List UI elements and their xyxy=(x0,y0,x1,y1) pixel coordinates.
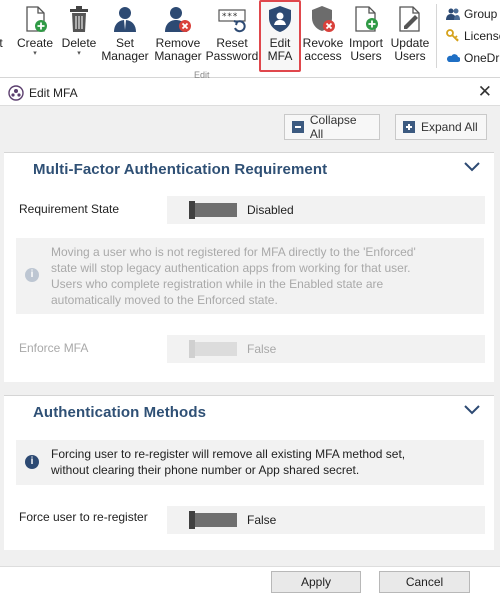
update-users-button[interactable]: Update Users xyxy=(388,0,432,76)
dropdown-arrow-icon: ▾ xyxy=(77,50,81,57)
section-title: Multi-Factor Authentication Requirement xyxy=(33,161,328,178)
authentication-methods-header[interactable]: Authentication Methods xyxy=(4,395,494,427)
group-button[interactable]: Group xyxy=(446,4,497,24)
revoke-access-button[interactable]: Revoke access xyxy=(302,0,344,76)
requirement-state-value: Disabled xyxy=(247,203,294,217)
group-label: Group xyxy=(464,7,498,21)
dropdown-arrow-icon: ▾ xyxy=(33,50,37,57)
reregister-info-text: Forcing user to re-register will remove … xyxy=(51,447,406,477)
expand-icon xyxy=(403,121,415,133)
set-manager-button[interactable]: Set Manager xyxy=(100,0,150,76)
ribbon-partial-button[interactable]: t xyxy=(0,0,6,76)
force-reregister-value: False xyxy=(247,513,277,527)
trash-icon xyxy=(70,6,88,32)
reset-password-label: Reset Password xyxy=(205,36,259,63)
import-users-label: Import Users xyxy=(348,36,383,63)
dialog-toolbar: Collapse All Expand All xyxy=(0,107,500,151)
chevron-down-icon[interactable] xyxy=(462,402,482,418)
edit-mfa-dialog: Edit MFA ✕ Collapse All Expand All Multi… xyxy=(0,80,500,604)
info-icon: i xyxy=(25,268,39,282)
enforce-mfa-label: Enforce MFA xyxy=(19,341,89,355)
force-reregister-label: Force user to re-register xyxy=(19,510,148,524)
enforced-info-text: Moving a user who is not registered for … xyxy=(51,245,416,307)
enforce-mfa-toggle[interactable] xyxy=(189,340,237,358)
revoke-access-icon xyxy=(312,6,335,32)
collapse-icon xyxy=(292,121,304,133)
mfa-requirement-header[interactable]: Multi-Factor Authentication Requirement xyxy=(4,152,494,184)
collapse-all-button[interactable]: Collapse All xyxy=(284,113,380,141)
dialog-titlebar: Edit MFA ✕ xyxy=(0,80,500,106)
expand-all-button[interactable]: Expand All xyxy=(395,114,487,140)
license-button[interactable]: License xyxy=(446,26,500,46)
create-button[interactable]: Create ▾ xyxy=(14,0,56,76)
remove-manager-label: Remove Manager xyxy=(154,36,202,63)
import-users-icon xyxy=(355,6,378,32)
ribbon-toolbar: t Create ▾ Delete ▾ Set Manager Remove M… xyxy=(0,0,500,80)
set-manager-icon xyxy=(114,7,136,32)
edit-mfa-label: Edit MFA xyxy=(267,36,293,63)
requirement-state-field: Disabled xyxy=(167,196,485,224)
revoke-access-label: Revoke access xyxy=(302,36,344,63)
edit-mfa-button[interactable]: Edit MFA xyxy=(259,0,301,72)
enforced-info-note: i Moving a user who is not registered fo… xyxy=(16,238,484,314)
close-icon[interactable]: ✕ xyxy=(478,82,492,102)
requirement-state-label: Requirement State xyxy=(19,202,120,216)
cloud-icon xyxy=(447,54,460,62)
remove-manager-button[interactable]: Remove Manager xyxy=(152,0,204,76)
collapse-all-label: Collapse All xyxy=(309,113,357,141)
enforce-mfa-value: False xyxy=(247,342,277,356)
dialog-title: Edit MFA xyxy=(29,86,78,100)
remove-manager-icon xyxy=(165,7,191,32)
ribbon-separator xyxy=(436,4,437,68)
create-label: Create xyxy=(16,36,54,50)
set-manager-label: Set Manager xyxy=(101,36,149,63)
reset-password-icon: *** xyxy=(218,9,246,33)
dialog-footer: Apply Cancel xyxy=(0,566,500,604)
create-page-icon xyxy=(26,6,47,32)
ribbon-group-label: Edit xyxy=(194,70,210,80)
reregister-info-note: i Forcing user to re-register will remov… xyxy=(16,440,484,485)
onedrive-label: OneDri xyxy=(464,51,500,65)
authentication-methods-section: Authentication Methods i Forcing user to… xyxy=(4,395,494,550)
shield-user-icon xyxy=(269,6,291,32)
license-label: License xyxy=(464,29,500,43)
group-icon xyxy=(446,8,460,20)
update-users-icon xyxy=(399,6,420,32)
requirement-state-toggle[interactable] xyxy=(189,201,237,219)
delete-label: Delete xyxy=(61,36,97,50)
expand-all-label: Expand All xyxy=(421,120,478,134)
import-users-button[interactable]: Import Users xyxy=(345,0,387,76)
enforce-mfa-field: False xyxy=(167,335,485,363)
key-icon xyxy=(446,29,459,42)
section-title: Authentication Methods xyxy=(33,404,207,421)
cancel-button[interactable]: Cancel xyxy=(379,571,470,593)
info-icon: i xyxy=(25,455,39,469)
chevron-down-icon[interactable] xyxy=(462,159,482,175)
delete-button[interactable]: Delete ▾ xyxy=(58,0,100,76)
mfa-app-icon xyxy=(8,85,24,101)
reset-password-button[interactable]: *** Reset Password xyxy=(205,0,259,76)
update-users-label: Update Users xyxy=(390,36,430,63)
mfa-requirement-section: Multi-Factor Authentication Requirement … xyxy=(4,152,494,382)
force-reregister-field: False xyxy=(167,506,485,534)
force-reregister-toggle[interactable] xyxy=(189,511,237,529)
onedrive-button[interactable]: OneDri xyxy=(446,48,500,68)
apply-button[interactable]: Apply xyxy=(271,571,361,593)
